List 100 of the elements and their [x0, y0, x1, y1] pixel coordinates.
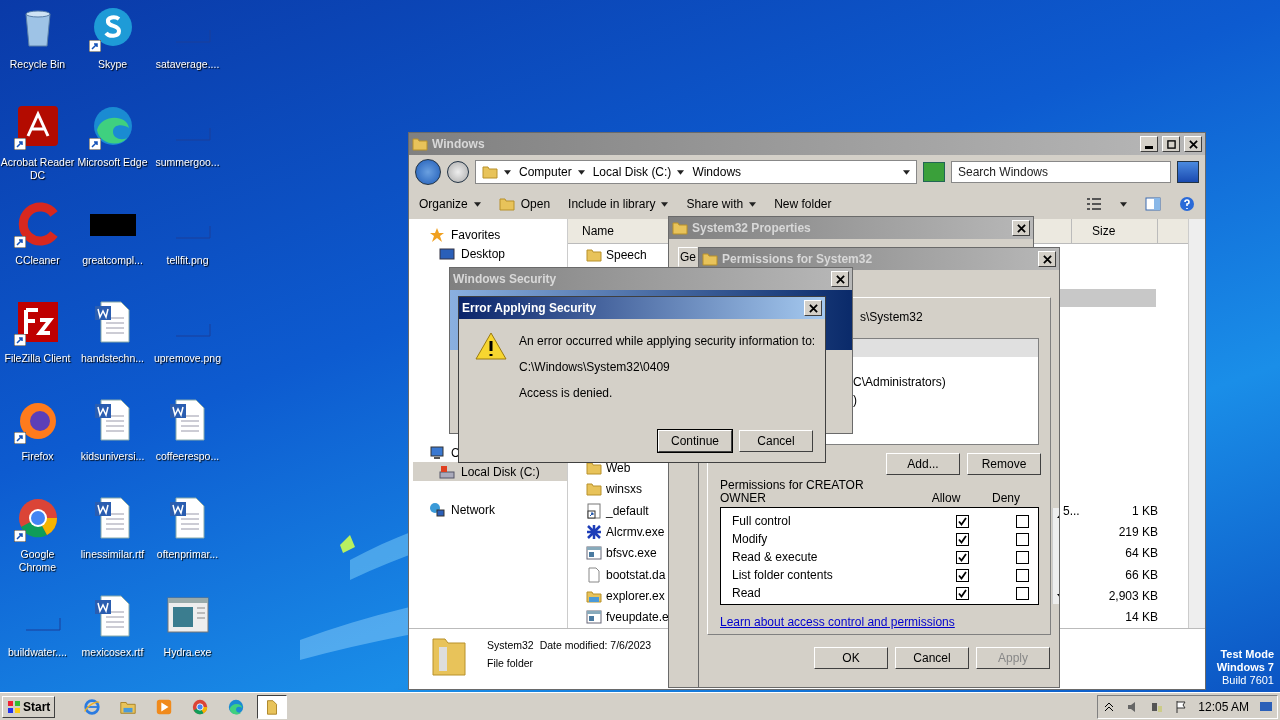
deny-checkbox[interactable] — [1015, 568, 1029, 582]
forward-button[interactable] — [447, 161, 469, 183]
desktop-icon-label[interactable]: coffeerespo... — [155, 450, 220, 463]
warning-icon — [475, 331, 507, 361]
maximize-button[interactable] — [1162, 136, 1180, 152]
error-message: An error occurred while applying security information to: — [519, 334, 816, 348]
close-button[interactable] — [1012, 220, 1030, 236]
breadcrumb-item[interactable]: Local Disk (C:) — [577, 165, 672, 179]
taskbar-button[interactable] — [257, 694, 288, 719]
nav-item[interactable]: Local Disk (C:) — [413, 462, 567, 481]
search-button[interactable] — [1177, 161, 1199, 183]
file-name[interactable]: Alcrmv.exe — [606, 524, 665, 539]
folder-icon — [586, 460, 602, 476]
blank-thumbnail — [175, 127, 210, 141]
close-button[interactable] — [1184, 136, 1202, 152]
acrobat-icon — [17, 106, 58, 146]
deny-checkbox[interactable] — [1015, 514, 1029, 528]
desktop-icon-label[interactable]: mexicosex.rtf — [81, 646, 144, 659]
help-link[interactable]: Learn about access control and permissions — [720, 615, 955, 629]
dialog-button[interactable]: Cancel — [895, 647, 969, 669]
back-button[interactable] — [415, 159, 441, 185]
desktop-icon-label[interactable]: buildwater.... — [8, 646, 67, 659]
dialog-button[interactable]: Remove — [967, 453, 1041, 475]
toolbar-button[interactable]: Open — [498, 196, 551, 212]
nav-item[interactable]: Favorites — [413, 225, 567, 244]
breadcrumb-item[interactable]: Computer — [504, 165, 572, 179]
permission-name: Full control — [732, 514, 791, 528]
allow-checkbox[interactable] — [955, 532, 969, 546]
dialog-button[interactable]: Cancel — [739, 430, 813, 452]
nav-item[interactable]: Desktop — [413, 244, 567, 263]
caret-icon — [677, 169, 685, 175]
show-desktop-icon[interactable] — [1259, 699, 1273, 714]
toolbar-button[interactable]: New folder — [774, 197, 832, 211]
desktop-icon-label[interactable]: Hydra.exe — [163, 646, 212, 659]
close-button[interactable] — [804, 300, 822, 316]
folder-icon — [672, 220, 688, 236]
deny-checkbox[interactable] — [1015, 532, 1029, 546]
deny-checkbox[interactable] — [1015, 550, 1029, 564]
allow-checkbox[interactable] — [955, 586, 969, 600]
view-list-icon[interactable] — [1086, 196, 1102, 212]
file-name[interactable]: explorer.ex — [606, 588, 665, 603]
file-name[interactable]: bootstat.da — [606, 567, 666, 582]
desktop-icon-label[interactable]: tellfit.png — [166, 254, 209, 267]
search-field[interactable]: Search Windows — [951, 161, 1171, 183]
tab[interactable]: Ge — [678, 247, 698, 267]
close-icon — [808, 303, 818, 313]
breadcrumb-item[interactable]: Windows — [677, 165, 742, 179]
image-thumbnail — [89, 214, 136, 236]
desktop-icon-label[interactable]: kidsuniversi... — [80, 450, 145, 463]
minimize-button[interactable] — [1140, 136, 1158, 152]
dialog-button[interactable]: Add... — [886, 453, 960, 475]
file-name[interactable]: Speech — [606, 247, 647, 262]
desktop-icon-label[interactable]: handstechn... — [80, 352, 144, 365]
desktop-icon-label[interactable]: summergoo... — [155, 156, 220, 169]
desktop-icon-label[interactable]: Skype — [97, 58, 128, 71]
desktop-icon-label[interactable]: FileZilla Client — [4, 352, 71, 365]
file-name[interactable]: winsxs — [606, 482, 642, 497]
group-item[interactable]: C\Administrators) — [853, 375, 946, 389]
dialog-button[interactable]: Continue — [658, 430, 732, 452]
desktop-icon-label[interactable]: oftenprimar... — [156, 548, 219, 561]
dialog-button[interactable]: OK — [814, 647, 888, 669]
preview-pane-icon[interactable] — [1145, 196, 1161, 212]
dialog-title: Windows Security — [453, 272, 557, 286]
desktop-icon-label[interactable]: linessimilar.rtf — [80, 548, 145, 561]
desktop-icon-label[interactable]: Recycle Bin — [9, 58, 66, 71]
file-name[interactable]: fveupdate.e — [606, 610, 669, 625]
toolbar-button[interactable]: Organize — [419, 197, 481, 211]
desktop-icon-label[interactable]: greatcompl... — [82, 254, 143, 267]
desktop-icon-label[interactable]: upremove.png — [153, 352, 222, 365]
column-header[interactable]: Size — [1078, 219, 1158, 243]
deny-checkbox[interactable] — [1015, 586, 1029, 600]
desktop-icon-label[interactable]: Microsoft Edge — [77, 156, 148, 169]
allow-checkbox[interactable] — [955, 568, 969, 582]
file-size: 66 KB — [1125, 567, 1158, 582]
nav-item[interactable]: Network — [413, 500, 567, 519]
group-item[interactable]: ) — [853, 393, 857, 407]
desktop-icon-label[interactable]: Acrobat Reader DC — [0, 156, 75, 182]
close-button[interactable] — [831, 271, 849, 287]
address-bar[interactable]: Computer Local Disk (C:) Windows — [475, 160, 917, 184]
desktop-icon-label[interactable]: Firefox — [21, 450, 54, 463]
skype-icon — [93, 8, 132, 46]
toolbar-button[interactable]: Share with — [686, 197, 757, 211]
file-name[interactable]: _default — [606, 503, 649, 518]
file-size: 1 KB — [1132, 503, 1158, 518]
allow-checkbox[interactable] — [955, 514, 969, 528]
desktop-icon-label[interactable]: Google Chrome — [0, 548, 75, 574]
filezilla-icon — [17, 302, 58, 342]
desktop-icon-label[interactable]: sataverage.... — [155, 58, 220, 71]
error-detail: Access is denied. — [519, 386, 614, 400]
close-button[interactable] — [1038, 251, 1056, 267]
file-name[interactable]: bfsvc.exe — [606, 546, 657, 561]
flag-icon[interactable] — [1174, 699, 1189, 714]
clock[interactable]: 12:05 AM — [1198, 699, 1249, 714]
desktop-icon-label[interactable]: CCleaner — [15, 254, 60, 267]
scrollbar[interactable] — [1188, 219, 1205, 628]
start-button[interactable]: Start — [2, 695, 56, 718]
allow-checkbox[interactable] — [955, 550, 969, 564]
help-icon[interactable] — [1179, 196, 1195, 212]
toolbar-button[interactable]: Include in library — [568, 197, 669, 211]
file-name[interactable]: Web — [606, 461, 631, 475]
